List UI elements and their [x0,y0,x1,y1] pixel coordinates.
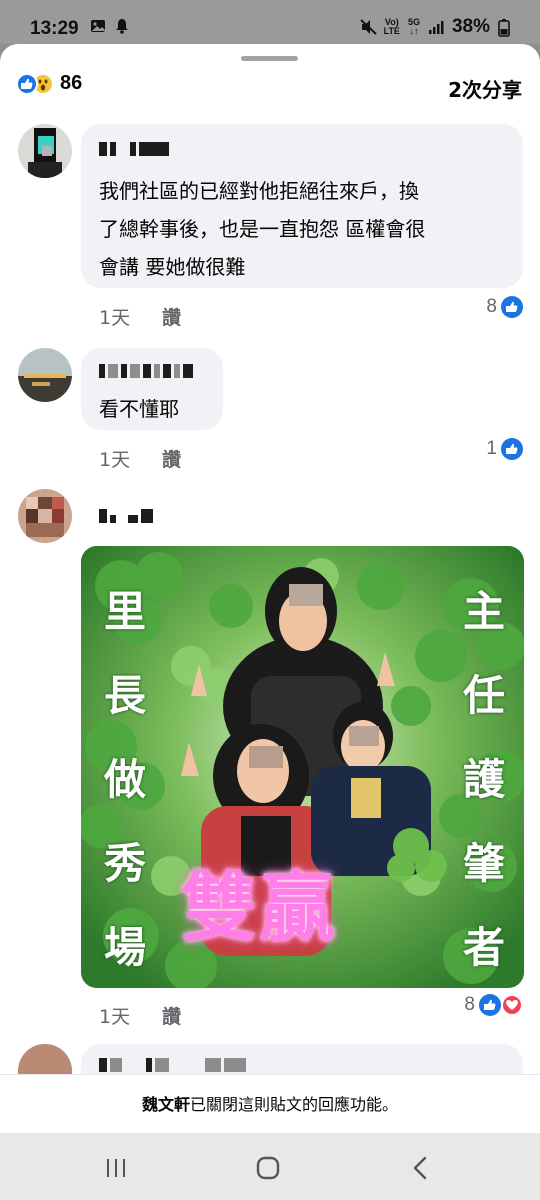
meme-center-text: 雙贏 [181,863,337,952]
recent-apps-icon [107,1159,125,1177]
comment-text: 看不懂耶 [99,397,179,421]
comment-time: 1天 [99,449,131,471]
recent-apps-button[interactable] [101,1153,131,1183]
share-count[interactable]: 2次分享 [448,74,522,103]
like-icon [501,296,523,318]
comment-time: 1天 [99,307,131,329]
post-reactions[interactable]: 86 [16,72,82,95]
signal-icon [428,19,444,35]
comments-sheet: 86 2次分享 我們社區的已經對他拒絕往來戶，換 了總幹事後，也是一直抱怨 區權… [0,44,540,1133]
5g-indicator: 5G ↓↑ [407,17,420,36]
comment-time: 1天 [99,1006,131,1028]
comment-image[interactable]: 里 長 做 秀 場 主 任 護 肇 者 雙贏 [81,546,524,988]
reaction-count-label: 8 [486,296,497,317]
comment-bubble[interactable]: 我們社區的已經對他拒絕往來戶，換 了總幹事後，也是一直抱怨 區權會很 會講 要她… [81,124,523,288]
reaction-count-label: 8 [464,994,475,1015]
like-button[interactable]: 讚 [162,303,181,330]
like-button[interactable]: 讚 [162,1002,181,1029]
commenter-avatar[interactable] [18,124,72,178]
love-icon [501,994,523,1016]
system-nav-bar [0,1133,540,1200]
comments-closed-notice: 魏文軒已關閉這則貼文的回應功能。 [0,1074,540,1133]
closed-notice-text: 已關閉這則貼文的回應功能。 [190,1095,399,1114]
status-bar: 13:29 Vo) LTE 5G ↓↑ 38% [0,0,540,44]
meme-right-text: 主 任 護 肇 者 [462,587,505,972]
home-icon [256,1156,280,1180]
like-icon [479,994,501,1016]
comment-reactions[interactable]: 8 [486,296,523,318]
home-button[interactable] [253,1153,283,1183]
battery-icon [498,19,514,37]
comment-reactions[interactable]: 8 [464,994,523,1016]
commenter-avatar[interactable] [18,348,72,402]
status-right: Vo) LTE 5G ↓↑ 38% [359,16,514,38]
battery-percent: 38% [451,16,490,37]
commenter-avatar[interactable] [18,489,72,543]
notification-bell-icon [114,18,130,34]
comment-reactions[interactable]: 1 [486,438,523,460]
comment-bubble[interactable]: 看不懂耶 [81,348,223,430]
author-name-blurred [99,364,193,382]
page-owner-name[interactable]: 魏文軒 [142,1095,190,1114]
meme-left-text: 里 長 做 秀 場 [103,587,146,972]
status-time: 13:29 [30,18,79,39]
comment-text: 我們社區的已經對他拒絕往來戶，換 了總幹事後，也是一直抱怨 區權會很 會講 要她… [99,179,426,279]
back-button[interactable] [405,1153,435,1183]
back-icon [413,1156,427,1180]
volte-indicator: Vo) LTE [383,17,400,36]
status-left-icons [90,18,130,34]
like-icon [501,438,523,460]
drag-handle[interactable] [241,56,298,61]
gallery-icon [90,18,106,34]
commenter-avatar[interactable] [18,1044,72,1074]
reaction-count-label: 1 [486,438,497,459]
author-name-blurred [99,142,169,160]
reaction-count: 86 [60,72,83,94]
mute-icon [359,19,377,35]
like-icon [16,72,38,95]
author-name-blurred [99,509,153,527]
like-button[interactable]: 讚 [162,445,181,472]
